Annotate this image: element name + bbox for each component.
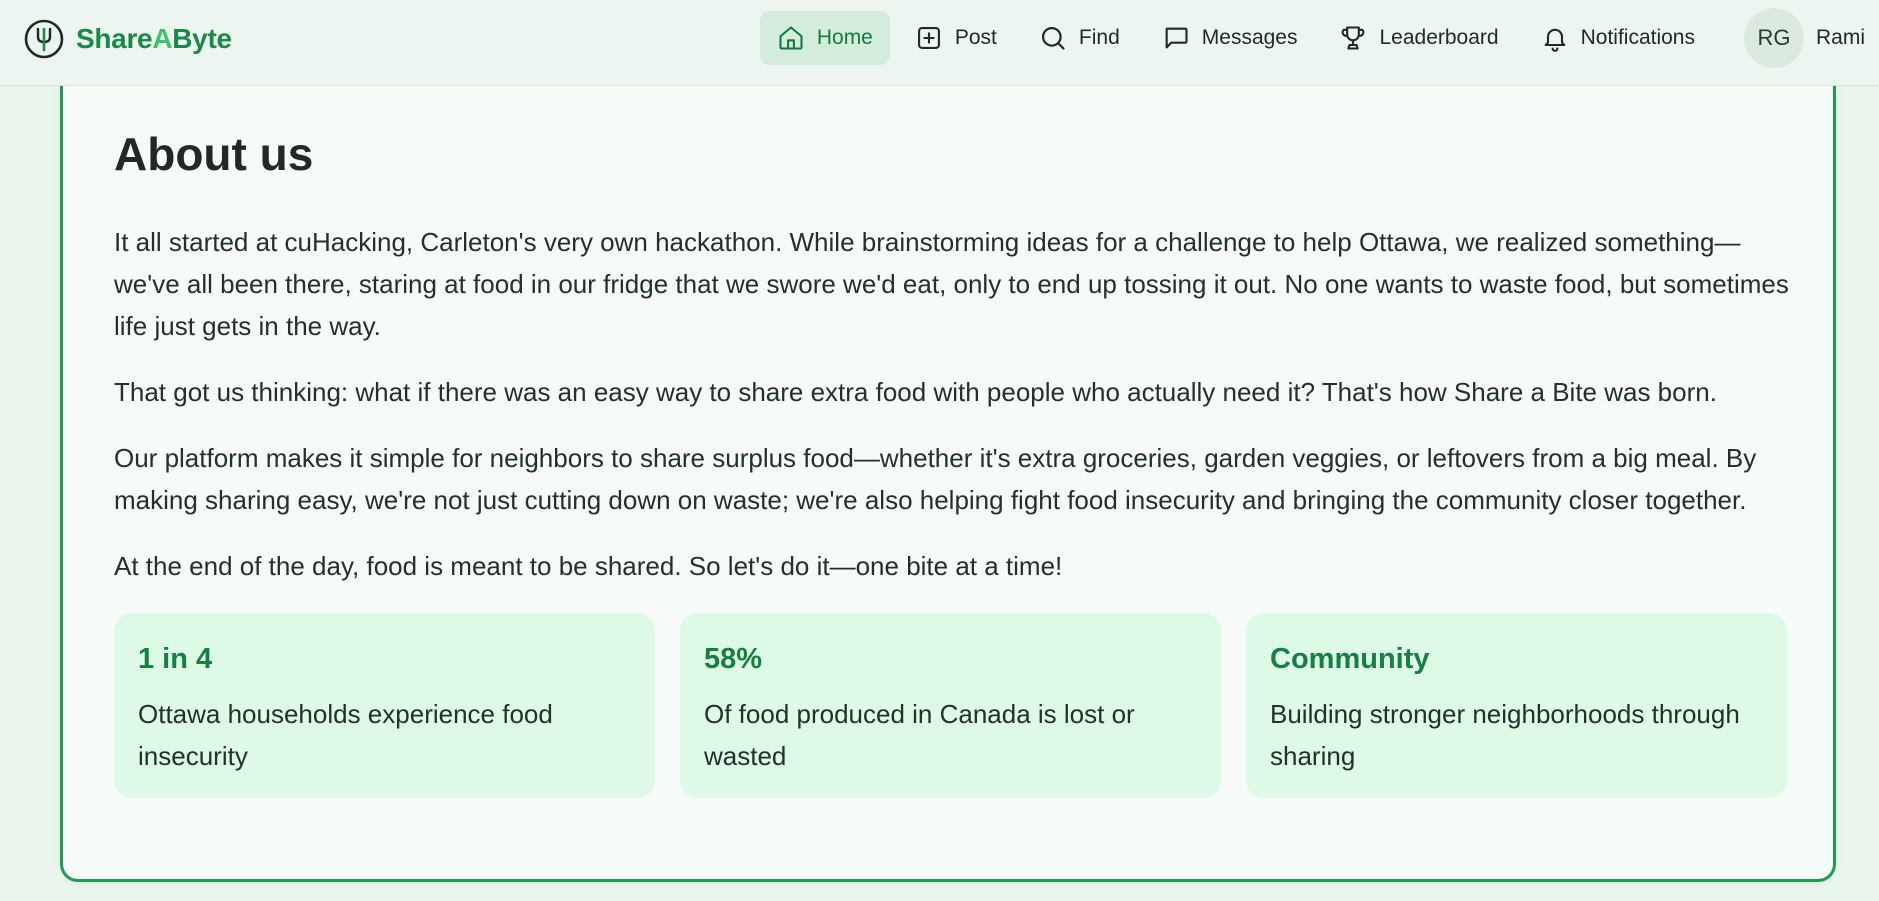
search-icon: [1041, 26, 1065, 50]
home-icon: [779, 26, 803, 50]
about-content: About us It all started at cuHacking, Ca…: [114, 131, 1794, 798]
stat-description: Building stronger neighborhoods through …: [1270, 699, 1740, 771]
page-title: About us: [114, 128, 314, 180]
nav-find-label: Find: [1078, 26, 1120, 49]
top-nav-bar: ShareAByte Home Post Find Messages Leade…: [0, 0, 1879, 86]
about-paragraph-1: It all started at cuHacking, Carleton's …: [114, 227, 1789, 341]
nav-post-label: Post: [954, 26, 997, 49]
about-card: About us It all started at cuHacking, Ca…: [60, 58, 1836, 882]
about-paragraph-3: Our platform makes it simple for neighbo…: [114, 443, 1757, 515]
brand-name-part-a: A: [152, 23, 173, 54]
nav-home-label: Home: [816, 26, 873, 49]
plus-square-icon: [917, 27, 940, 49]
nav-leaderboard-label: Leaderboard: [1379, 26, 1499, 49]
stat-card-food-waste: 58% Of food produced in Canada is lost o…: [680, 613, 1221, 798]
avatar[interactable]: RG: [1743, 8, 1804, 68]
nav-post[interactable]: Post: [898, 11, 1014, 65]
nav-leaderboard[interactable]: Leaderboard: [1322, 11, 1515, 65]
stat-description: Ottawa households experience food insecu…: [138, 699, 553, 771]
user-name: Rami: [1815, 26, 1865, 49]
brand-name-part-byte: Byte: [172, 23, 232, 54]
trophy-icon: [1342, 26, 1365, 50]
stats-row: 1 in 4 Ottawa households experience food…: [114, 613, 1794, 798]
bell-icon: [1544, 28, 1565, 52]
nav-notifications-label: Notifications: [1580, 26, 1695, 49]
main-nav: Home Post Find Messages Leaderboard Noti…: [752, 8, 1865, 68]
stat-description: Of food produced in Canada is lost or wa…: [704, 699, 1135, 771]
user-menu[interactable]: RG Rami: [1743, 8, 1865, 68]
stat-card-food-insecurity: 1 in 4 Ottawa households experience food…: [114, 613, 655, 798]
nav-home[interactable]: Home: [759, 11, 890, 65]
about-paragraph-2: That got us thinking: what if there was …: [114, 377, 1717, 407]
about-paragraph-4: At the end of the day, food is meant to …: [114, 551, 1063, 581]
nav-notifications[interactable]: Notifications: [1524, 11, 1712, 65]
stat-title: Community: [1270, 643, 1430, 675]
nav-messages[interactable]: Messages: [1145, 11, 1315, 65]
stat-title: 58%: [704, 643, 763, 675]
message-icon: [1165, 27, 1188, 49]
nav-find[interactable]: Find: [1022, 11, 1137, 65]
stat-card-community: Community Building stronger neighborhood…: [1246, 613, 1787, 798]
nav-messages-label: Messages: [1201, 26, 1298, 49]
brand-name-part-share: Share: [76, 23, 153, 54]
brand-logo[interactable]: ShareAByte: [24, 18, 232, 60]
stat-title: 1 in 4: [138, 643, 213, 675]
brand-name: ShareAByte: [76, 23, 232, 55]
fork-logo-icon: [24, 19, 64, 59]
